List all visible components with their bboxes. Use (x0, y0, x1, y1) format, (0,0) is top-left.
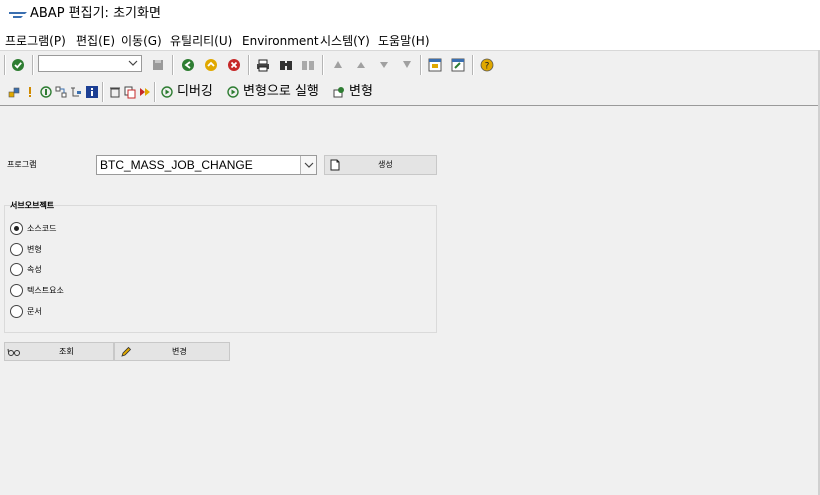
toolbar-separator (420, 55, 422, 75)
debug-button[interactable]: 디버깅 (177, 84, 213, 100)
menu-bar: 프로그램(P) 편집(E) 이동(G) 유틸리티(U) Environment … (0, 30, 820, 50)
create-button-label: 생성 (378, 160, 393, 169)
delete-icon[interactable] (107, 84, 123, 100)
toolbar-separator (472, 55, 474, 75)
menu-goto[interactable]: 이동(G) (121, 33, 162, 49)
program-input-value: BTC_MASS_JOB_CHANGE (100, 158, 253, 172)
menu-program[interactable]: 프로그램(P) (5, 33, 66, 49)
debug-icon[interactable] (159, 84, 175, 100)
value-help-button[interactable] (300, 156, 316, 174)
radio-button[interactable] (10, 305, 23, 318)
window-title: ABAP 편집기: 초기화면 (30, 6, 161, 21)
variants-icon[interactable] (331, 84, 347, 100)
menu-utilities[interactable]: 유틸리티(U) (170, 33, 232, 49)
help-icon[interactable]: ? (479, 57, 495, 73)
display-button-label: 조회 (59, 347, 74, 356)
toolbar-separator (248, 55, 250, 75)
radio-label: 텍스트요소 (27, 286, 64, 295)
info-icon[interactable] (84, 84, 100, 100)
glasses-icon (7, 348, 20, 356)
toolbar-separator (154, 82, 156, 102)
previous-page-icon[interactable] (353, 57, 369, 73)
program-label: 프로그램 (7, 160, 37, 169)
standard-toolbar: ? (0, 50, 820, 80)
menu-system[interactable]: 시스템(Y) (320, 33, 370, 49)
title-bar: ABAP 편집기: 초기화면 (0, 0, 820, 30)
copy-icon[interactable] (122, 84, 138, 100)
chevron-down-icon[interactable] (127, 57, 139, 69)
toolbar-separator (102, 82, 104, 102)
radio-label: 소스코드 (27, 224, 57, 233)
where-used-icon[interactable] (53, 84, 69, 100)
find-next-icon[interactable] (300, 57, 316, 73)
exit-icon[interactable] (203, 57, 219, 73)
execute-with-variant-button[interactable]: 변형으로 실행 (243, 84, 319, 100)
menu-environment[interactable]: Environment (242, 33, 319, 49)
save-icon[interactable] (150, 57, 166, 73)
toolbar-separator (32, 55, 34, 75)
last-page-icon[interactable] (399, 57, 415, 73)
shortcut-icon[interactable] (450, 57, 466, 73)
rename-icon[interactable] (137, 84, 153, 100)
other-object-icon[interactable] (6, 84, 22, 100)
cancel-icon[interactable] (226, 57, 242, 73)
variants-button[interactable]: 변형 (349, 84, 373, 100)
program-input[interactable]: BTC_MASS_JOB_CHANGE (96, 155, 317, 175)
enter-icon[interactable] (10, 57, 26, 73)
svg-text:?: ? (485, 62, 490, 72)
radio-button[interactable] (10, 243, 23, 256)
radio-label: 속성 (27, 265, 42, 274)
subobjects-group (4, 205, 437, 333)
chevron-down-icon (304, 162, 313, 168)
print-icon[interactable] (255, 57, 271, 73)
execute-icon[interactable] (225, 84, 241, 100)
new-session-icon[interactable] (427, 57, 443, 73)
radio-label: 문서 (27, 307, 42, 316)
create-button[interactable]: 생성 (324, 155, 437, 175)
next-page-icon[interactable] (376, 57, 392, 73)
activate-icon[interactable] (38, 84, 54, 100)
change-button-label: 변경 (172, 347, 187, 356)
display-button[interactable]: 조회 (4, 342, 114, 361)
subobjects-title: 서브오브젝트 (10, 201, 55, 210)
radio-button[interactable] (10, 263, 23, 276)
radio-button[interactable] (10, 222, 23, 235)
toolbar-separator (322, 55, 324, 75)
command-field[interactable] (38, 55, 142, 72)
object-list-icon[interactable] (68, 84, 84, 100)
change-button[interactable]: 변경 (114, 342, 230, 361)
application-toolbar: 디버깅 변형으로 실행 변형 (0, 79, 820, 106)
menu-help[interactable]: 도움말(H) (378, 33, 430, 49)
new-document-icon (330, 159, 340, 171)
radio-selected-dot (14, 226, 19, 231)
check-icon[interactable] (22, 84, 38, 100)
find-icon[interactable] (278, 57, 294, 73)
sap-logo-icon (9, 12, 27, 18)
first-page-icon[interactable] (330, 57, 346, 73)
pencil-icon (121, 346, 132, 357)
toolbar-separator (4, 55, 6, 75)
toolbar-separator (172, 55, 174, 75)
back-icon[interactable] (180, 57, 196, 73)
radio-label: 변형 (27, 245, 42, 254)
menu-edit[interactable]: 편집(E) (76, 33, 115, 49)
radio-button[interactable] (10, 284, 23, 297)
